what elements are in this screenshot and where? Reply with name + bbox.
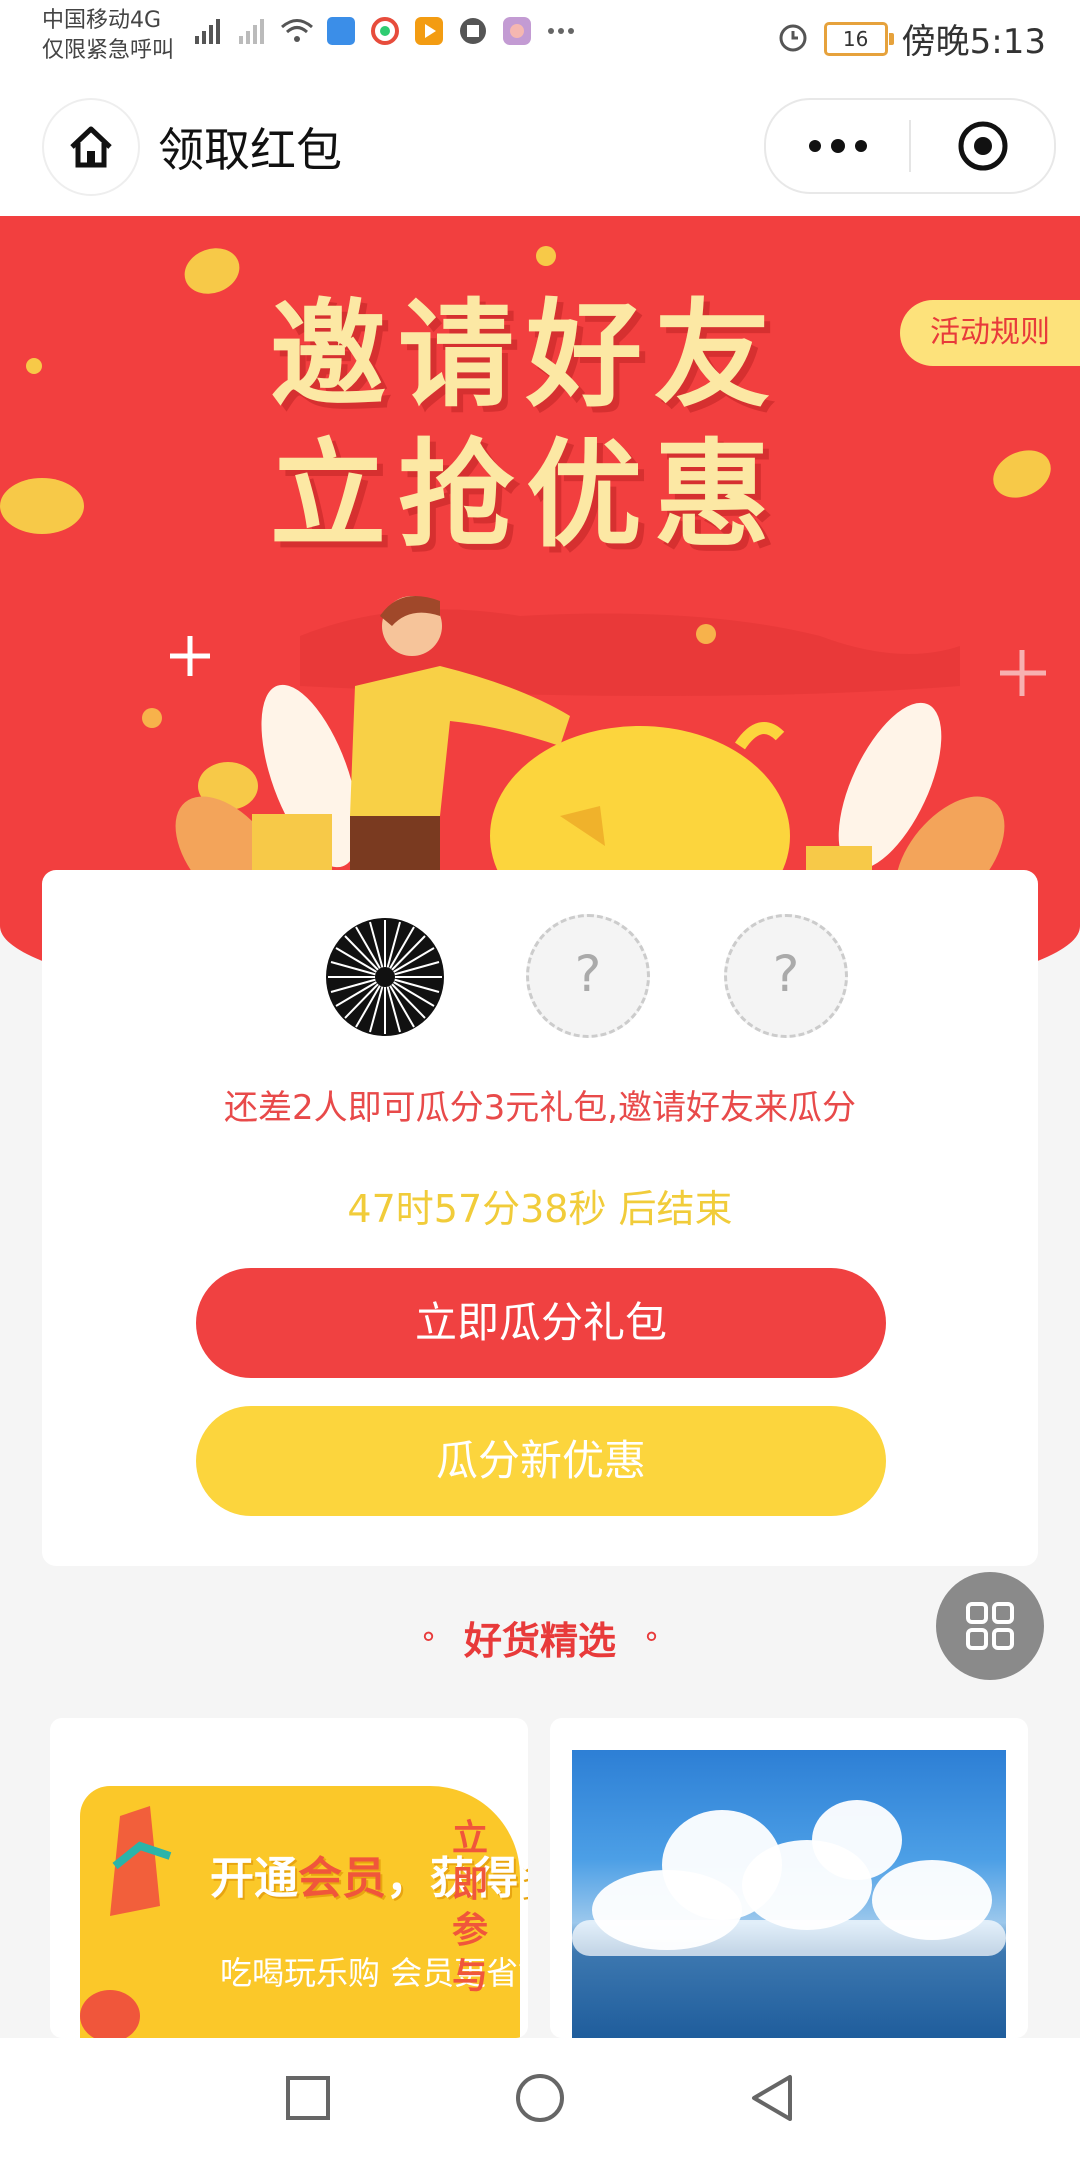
nav-bar: 领取红包 [0, 78, 1080, 216]
invite-card: ? ? 还差2人即可瓜分3元礼包,邀请好友来瓜分 47时57分38秒 后结束 立… [42, 870, 1038, 1566]
lake-photo [572, 1750, 1006, 2038]
home-button[interactable] [42, 98, 140, 196]
emergency-only: 仅限紧急呼叫 [42, 38, 175, 63]
battery-indicator: 16 [823, 21, 894, 56]
section-heading: ° 好货精选 ° [0, 1610, 1080, 1665]
target-close-icon [958, 121, 1007, 171]
product-card-membership[interactable]: 开通会员，获得多种特权 吃喝玩乐购 会员更省钱 立即参与 [50, 1718, 528, 2038]
membership-promo-image: 开通会员，获得多种特权 吃喝玩乐购 会员更省钱 立即参与 [80, 1786, 528, 2038]
empty-slot-1: ? [526, 914, 650, 1038]
more-button[interactable] [766, 100, 909, 192]
countdown-timer: 47时57分38秒 后结束 [347, 1187, 733, 1231]
invite-tip: 还差2人即可瓜分3元礼包,邀请好友来瓜分 [223, 1088, 857, 1128]
gift-box-icon [80, 1806, 172, 2038]
back-button[interactable] [742, 2068, 802, 2128]
new-offer-button[interactable]: 瓜分新优惠 [196, 1406, 886, 1516]
avatar [326, 918, 444, 1036]
square-icon [286, 2076, 330, 2120]
app-notification-icon [456, 14, 490, 48]
close-miniprogram-button[interactable] [911, 100, 1054, 192]
empty-slot-2: ? [724, 914, 848, 1038]
clock: 傍晚5:13 [901, 22, 1046, 62]
status-right: 16 傍晚5:13 [776, 14, 1046, 63]
activity-rules-button[interactable]: 活动规则 [900, 300, 1080, 366]
circle-icon [516, 2074, 564, 2122]
system-nav-bar [0, 2038, 1080, 2160]
banner-headline: 邀请好友 立抢优惠 [270, 286, 782, 566]
app-notification-icon [368, 14, 402, 48]
promo-cta: 立即参与 [452, 1818, 489, 1997]
triangle-back-icon [752, 2075, 792, 2121]
headline-line2: 立抢优惠 [270, 428, 782, 563]
signal-icon [192, 14, 226, 48]
home-nav-button[interactable] [510, 2068, 570, 2128]
no-signal-icon [236, 14, 270, 48]
decor-left-icon: ° [420, 1627, 436, 1662]
wifi-icon [280, 14, 314, 48]
product-card-scenery[interactable] [550, 1718, 1028, 2038]
carrier-name: 中国移动4G [42, 8, 162, 33]
section-title: 好货精选 [463, 1619, 616, 1663]
status-icons [192, 14, 578, 48]
claim-gift-button[interactable]: 立即瓜分礼包 [196, 1268, 886, 1378]
recent-apps-button[interactable] [278, 2068, 338, 2128]
video-app-icon [412, 14, 446, 48]
participant-avatars: ? ? [284, 914, 848, 1038]
home-icon [70, 126, 112, 168]
sunburst-avatar-icon [328, 920, 442, 1034]
headline-line1: 邀请好友 [270, 288, 782, 423]
more-dots-icon [808, 140, 821, 152]
more-notifications-icon [544, 14, 578, 48]
alarm-icon [776, 20, 810, 58]
capsule-menu [764, 98, 1056, 194]
page-title: 领取红包 [158, 123, 342, 177]
app-notification-icon [324, 14, 358, 48]
carrier-info: 中国移动4G 仅限紧急呼叫 [42, 6, 174, 66]
app-notification-icon [500, 14, 534, 48]
status-bar: 中国移动4G 仅限紧急呼叫 16 傍晚5:13 [0, 0, 1080, 78]
decor-right-icon: ° [644, 1627, 659, 1662]
